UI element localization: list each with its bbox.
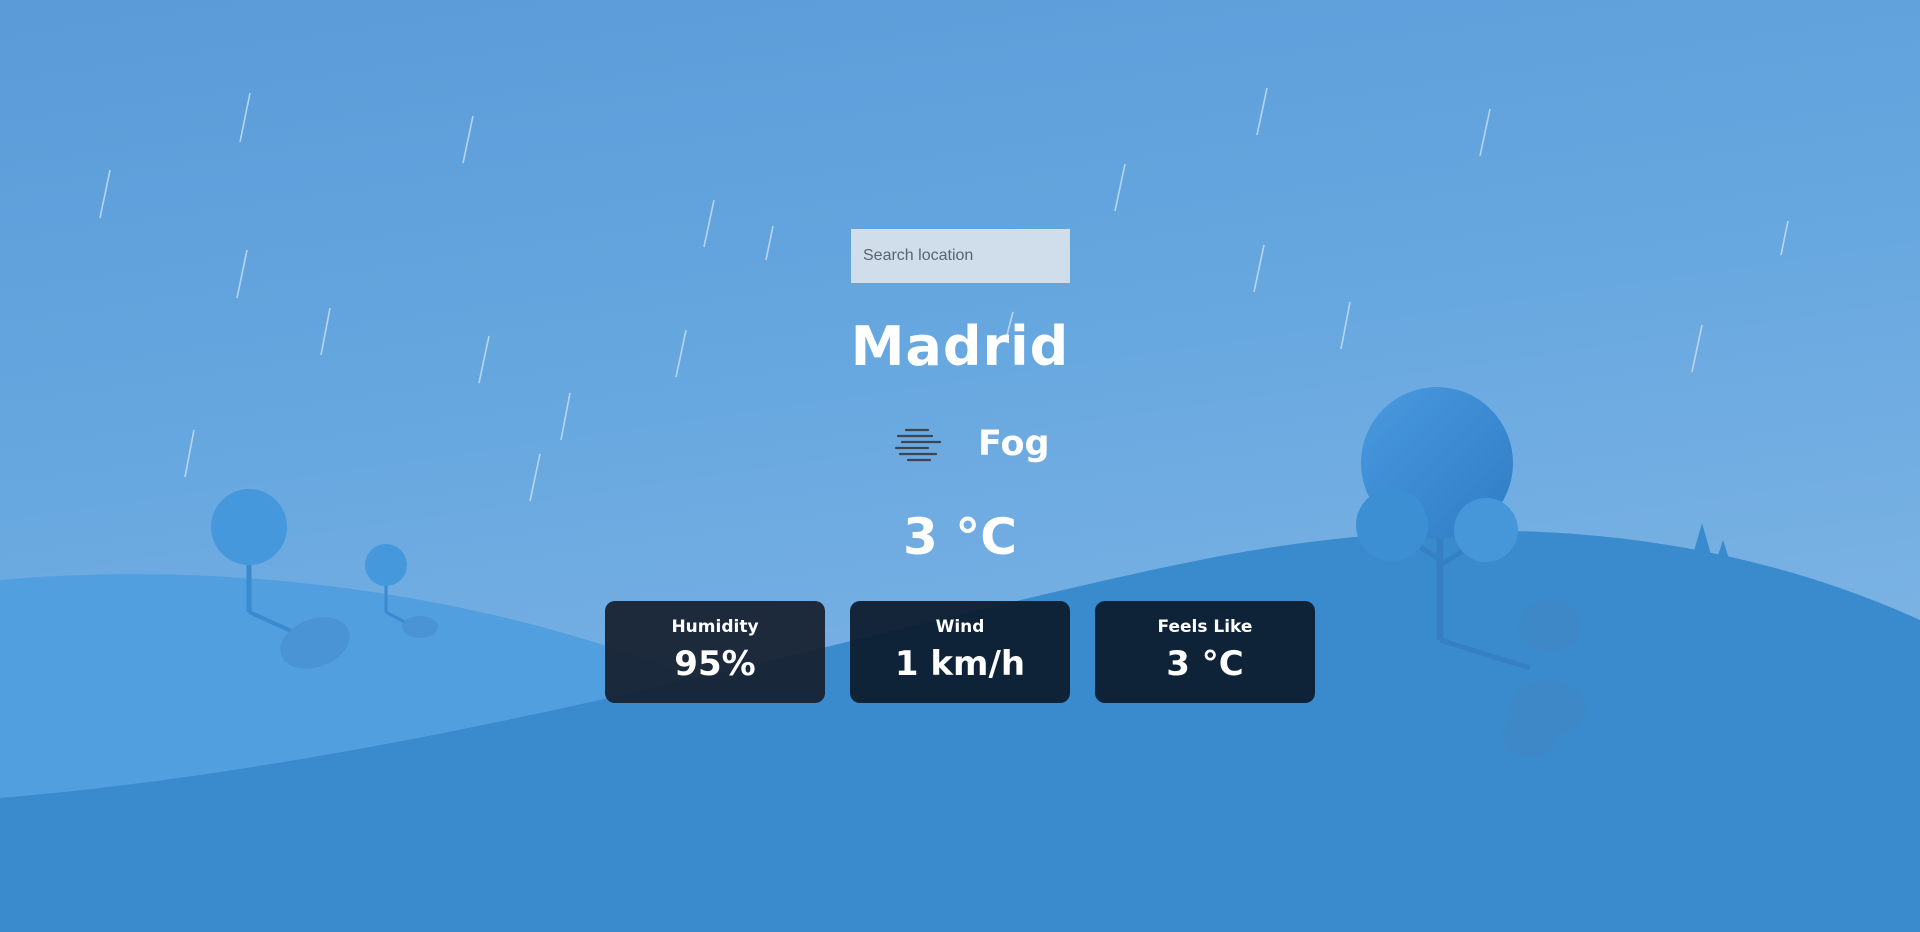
wind-card: Wind 1 km/h <box>850 601 1070 703</box>
humidity-value: 95% <box>674 644 756 684</box>
weather-condition: Fog <box>880 416 1080 472</box>
search-input[interactable] <box>851 229 1070 284</box>
fog-icon <box>888 422 948 466</box>
condition-label: Fog <box>978 424 1050 464</box>
feels-like-card: Feels Like 3 °C <box>1095 601 1315 703</box>
humidity-card: Humidity 95% <box>605 601 825 703</box>
feels-like-label: Feels Like <box>1157 617 1253 637</box>
city-name: Madrid <box>850 315 1070 378</box>
wind-value: 1 km/h <box>894 644 1026 684</box>
feels-like-value: 3 °C <box>1166 644 1244 684</box>
weather-stats: Humidity 95% Wind 1 km/h Feels Like 3 °C <box>605 601 1315 703</box>
wind-label: Wind <box>935 617 985 637</box>
weather-app: Madrid Fog 3 °C Humidity 95% Wind 1 <box>0 0 1920 932</box>
current-temperature: 3 °C <box>903 508 1017 566</box>
humidity-label: Humidity <box>671 617 759 637</box>
search-bar <box>851 229 1070 284</box>
